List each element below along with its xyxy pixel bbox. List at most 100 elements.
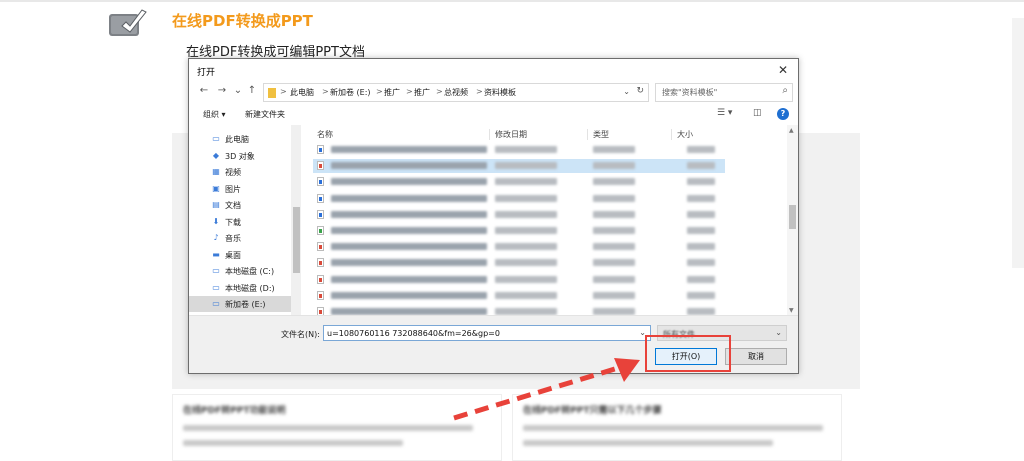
organize-menu[interactable]: 组织 ▾ (203, 109, 226, 120)
file-name (331, 275, 487, 283)
back-arrow-icon[interactable]: ← (197, 85, 211, 96)
search-input[interactable]: 搜索"资料模板" ⌕ (655, 83, 793, 102)
sidebar-item[interactable]: ▭ 本地磁盘 (D:) (189, 280, 291, 296)
file-date (495, 146, 557, 153)
sidebar-item[interactable]: ▭ 本地磁盘 (C:) (189, 263, 291, 279)
filename-input[interactable]: u=1080760116 732088640&fm=26&gp=0 ⌄ (323, 325, 651, 341)
sidebar-item-label: 新加卷 (E:) (225, 300, 266, 309)
file-date (495, 194, 557, 202)
file-icon (317, 177, 324, 187)
file-date (495, 178, 557, 186)
new-folder-button[interactable]: 新建文件夹 (245, 109, 285, 120)
breadcrumb-item[interactable]: 新加卷 (E:) (330, 87, 371, 98)
file-row[interactable] (313, 192, 725, 206)
file-size (687, 259, 715, 267)
open-file-dialog: 打开 ✕ ← → ⌄ ↑ > 此电脑 > 新加卷 (E:) > 推广 > 推广 … (188, 58, 799, 374)
file-type (593, 227, 635, 234)
sidebar-item[interactable]: ◆ 3D 对象 (189, 148, 291, 164)
sidebar-item[interactable]: ▬ 桌面 (189, 247, 291, 263)
file-row[interactable] (313, 143, 725, 157)
recent-locations-icon[interactable]: ⌄ (231, 85, 245, 96)
file-size (687, 227, 715, 234)
3d-objects-icon: ◆ (212, 150, 220, 160)
sidebar-item-label: 桌面 (225, 250, 241, 260)
breadcrumb-item[interactable]: 推广 (414, 87, 430, 98)
sidebar-item[interactable]: ▤ 文档 (189, 197, 291, 213)
file-name (331, 162, 487, 170)
search-placeholder: 搜索"资料模板" (662, 88, 718, 97)
address-bar[interactable]: > 此电脑 > 新加卷 (E:) > 推广 > 推广 > 总视频 > 资料模板 … (263, 83, 649, 102)
file-name (331, 178, 487, 186)
file-row[interactable] (313, 208, 725, 222)
help-icon[interactable]: ? (777, 108, 789, 120)
file-row[interactable] (313, 256, 725, 270)
file-date (495, 308, 557, 315)
navigation-pane: ▭ 此电脑 ◆ 3D 对象 ▦ 视频 ▣ 图片 ▤ 文档 ⬇ 下载 ♪ 音乐 ▬ 桌面 ▭ 本地磁盘 (C:) ▭ 本… (189, 125, 301, 315)
file-icon (317, 307, 324, 315)
address-dropdown-icon[interactable]: ⌄ (623, 87, 630, 96)
forward-arrow-icon[interactable]: → (215, 85, 229, 96)
file-icon (317, 274, 324, 284)
breadcrumb-separator: > (280, 87, 287, 96)
scroll-down-icon[interactable]: ▼ (789, 307, 794, 314)
file-date (495, 259, 557, 267)
breadcrumb-item[interactable]: 推广 (384, 87, 400, 98)
file-icon (317, 242, 324, 252)
file-name (331, 243, 487, 251)
file-row[interactable] (313, 224, 725, 238)
file-type (593, 291, 635, 299)
sidebar-item-label: 文档 (225, 201, 241, 210)
file-row[interactable] (313, 305, 725, 315)
navigation-bar: ← → ⌄ ↑ > 此电脑 > 新加卷 (E:) > 推广 > 推广 > 总视频… (189, 81, 798, 105)
sidebar-item[interactable]: ▦ 视频 (189, 164, 291, 180)
breadcrumb-item[interactable]: 此电脑 (290, 87, 314, 98)
column-header-type[interactable]: 类型 (593, 129, 609, 140)
page-scrollbar[interactable] (1012, 18, 1024, 268)
refresh-icon[interactable]: ↻ (636, 86, 644, 96)
column-header-date[interactable]: 修改日期 (495, 129, 527, 140)
column-divider (587, 129, 588, 140)
preview-pane-icon[interactable]: ◫ (753, 108, 762, 118)
document-icon: ▤ (212, 200, 220, 209)
file-date (495, 162, 557, 170)
drive-icon: ▭ (212, 299, 220, 308)
file-name (331, 194, 487, 202)
file-row[interactable] (313, 273, 725, 287)
chevron-down-icon: ⌄ (775, 328, 782, 337)
file-list-scroll-thumb[interactable] (789, 205, 796, 229)
file-name (331, 146, 487, 153)
sidebar-item-label: 本地磁盘 (C:) (225, 267, 275, 276)
file-type (593, 275, 635, 283)
cancel-button[interactable]: 取消 (725, 348, 787, 365)
scroll-up-icon[interactable]: ▲ (789, 127, 794, 134)
file-row[interactable] (313, 289, 725, 303)
drive-icon: ▭ (212, 266, 220, 275)
close-icon[interactable]: ✕ (774, 61, 792, 79)
top-divider (0, 0, 1024, 2)
sidebar-item[interactable]: ▣ 图片 (189, 181, 291, 197)
navigation-pane-scroll-thumb[interactable] (293, 207, 300, 273)
computer-icon: ▭ (212, 134, 220, 143)
breadcrumb-item[interactable]: 资料模板 (484, 87, 516, 98)
sidebar-item[interactable]: ▭ 此电脑 (189, 131, 291, 147)
file-size (687, 308, 715, 315)
file-type (593, 308, 635, 315)
annotation-arrow-icon (453, 358, 640, 421)
up-folder-icon[interactable]: ↑ (245, 85, 259, 96)
file-row[interactable] (313, 240, 725, 254)
dialog-title: 打开 (197, 68, 216, 78)
sidebar-item[interactable]: ⬇ 下载 (189, 214, 291, 230)
file-size (687, 162, 715, 170)
column-header-size[interactable]: 大小 (677, 129, 693, 140)
file-size (687, 146, 715, 153)
file-row[interactable] (313, 159, 725, 174)
file-icon (317, 209, 324, 219)
sidebar-item[interactable]: ▭ 新加卷 (E:) (189, 296, 291, 312)
sidebar-item[interactable]: ♪ 音乐 (189, 230, 291, 246)
file-name (331, 210, 487, 218)
file-name (331, 259, 487, 267)
breadcrumb-item[interactable]: 总视频 (444, 87, 468, 98)
column-header-name[interactable]: 名称 (317, 129, 333, 140)
file-row[interactable] (313, 175, 725, 189)
view-options-icon[interactable]: ☰ ▾ (717, 108, 732, 118)
